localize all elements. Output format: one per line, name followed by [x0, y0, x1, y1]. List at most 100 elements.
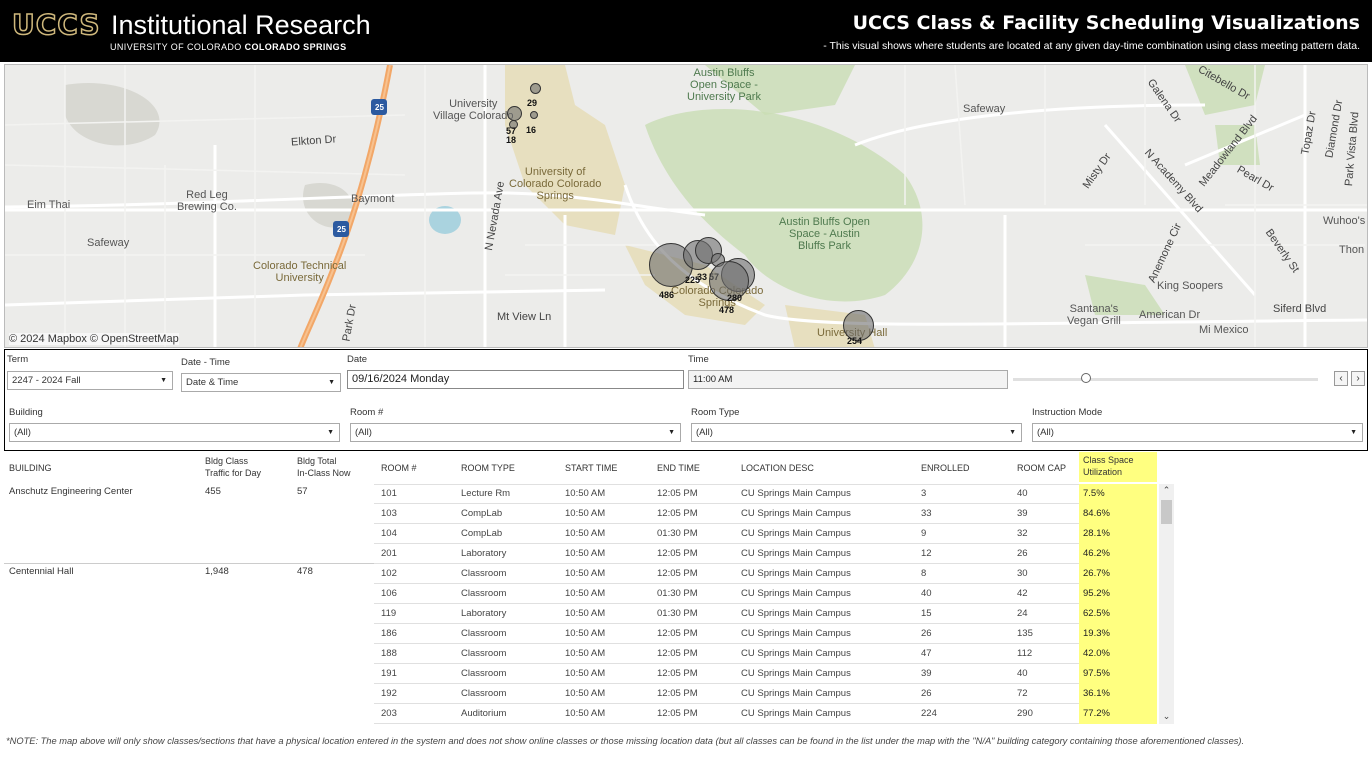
room-value: (All): [355, 427, 372, 438]
table-row[interactable]: 186 Classroom 10:50 AM 12:05 PM CU Springs M…: [4, 624, 1157, 644]
start-time: 10:50 AM: [565, 508, 606, 519]
utilization-cell: 42.0%: [1079, 644, 1157, 664]
page-subtitle: - This visual shows where students are l…: [823, 40, 1360, 52]
location-desc: CU Springs Main Campus: [741, 608, 851, 619]
end-time: 12:05 PM: [657, 508, 698, 519]
building-select[interactable]: (All) ▼: [9, 423, 340, 442]
start-time: 10:50 AM: [565, 668, 606, 679]
table-row[interactable]: 103 CompLab 10:50 AM 12:05 PM CU Springs Mai…: [4, 504, 1157, 524]
map-label-wuhoos: Wuhoo's: [1323, 215, 1366, 227]
room-cap: 39: [1017, 508, 1028, 519]
map-bubble-label: 280: [727, 293, 743, 303]
map-label-red-leg: Red Leg Brewing Co.: [177, 189, 237, 213]
next-time-button[interactable]: ›: [1351, 371, 1365, 386]
prev-time-button[interactable]: ‹: [1334, 371, 1348, 386]
time-slider-thumb[interactable]: [1081, 373, 1092, 383]
room-type: Classroom: [461, 588, 507, 599]
map-label-safeway-west: Safeway: [87, 237, 130, 249]
table-row[interactable]: 101 Lecture Rm 10:50 AM 12:05 PM CU Springs …: [4, 484, 1157, 504]
enrolled-count: 26: [921, 688, 932, 699]
term-value: 2247 - 2024 Fall: [12, 375, 81, 386]
map-label-university-village: University Village Colorado: [433, 98, 514, 122]
table-row[interactable]: 191 Classroom 10:50 AM 12:05 PM CU Springs M…: [4, 664, 1157, 684]
date-field[interactable]: 09/16/2024 Monday: [347, 370, 684, 389]
utilization-cell: 26.7%: [1079, 564, 1157, 584]
enrolled-count: 40: [921, 588, 932, 599]
datetime-value: Date & Time: [186, 377, 239, 388]
table-row[interactable]: 188 Classroom 10:50 AM 12:05 PM CU Springs M…: [4, 644, 1157, 664]
room-number: 203: [381, 708, 397, 719]
table-row[interactable]: 201 Laboratory 10:50 AM 12:05 PM CU Springs …: [4, 544, 1157, 564]
enrolled-count: 224: [921, 708, 937, 719]
roomtype-select[interactable]: (All) ▼: [691, 423, 1022, 442]
time-slider-track[interactable]: [1013, 378, 1318, 381]
footnote: *NOTE: The map above will only show clas…: [6, 736, 1245, 746]
table-row[interactable]: 203 Auditorium 10:50 AM 12:05 PM CU Springs …: [4, 704, 1157, 724]
map-label-austin-bluffs-mid: Austin Bluffs Open Space - Austin Bluffs…: [779, 216, 870, 252]
term-select[interactable]: 2247 - 2024 Fall ▼: [7, 371, 173, 390]
end-time: 12:05 PM: [657, 688, 698, 699]
end-time: 12:05 PM: [657, 568, 698, 579]
datetime-label: Date - Time: [181, 357, 231, 368]
scroll-up-icon[interactable]: ⌃: [1159, 484, 1174, 496]
room-cap: 26: [1017, 548, 1028, 559]
scroll-down-icon[interactable]: ⌄: [1159, 710, 1174, 722]
enrolled-count: 3: [921, 488, 927, 499]
header-start: START TIME: [565, 463, 618, 473]
enrolled-count: 26: [921, 628, 932, 639]
map-bubble[interactable]: [507, 106, 522, 121]
end-time: 12:05 PM: [657, 648, 698, 659]
enrolled-count: 47: [921, 648, 932, 659]
map-attribution[interactable]: © 2024 Mapbox © OpenStreetMap: [9, 333, 179, 345]
location-desc: CU Springs Main Campus: [741, 568, 851, 579]
room-cap: 135: [1017, 628, 1033, 639]
time-field[interactable]: 11:00 AM: [688, 370, 1008, 389]
start-time: 10:50 AM: [565, 528, 606, 539]
room-type: Classroom: [461, 628, 507, 639]
map-bubble-label: 486: [659, 290, 675, 300]
map-bubble-label: 478: [719, 305, 735, 315]
start-time: 10:50 AM: [565, 708, 606, 719]
table-row[interactable]: 192 Classroom 10:50 AM 12:05 PM CU Springs M…: [4, 684, 1157, 704]
map-label-american-dr: American Dr: [1139, 309, 1201, 321]
logo-subtitle: UNIVERSITY OF COLORADO COLORADO SPRINGS: [110, 42, 346, 52]
room-cap: 24: [1017, 608, 1028, 619]
table-row[interactable]: 106 Classroom 10:50 AM 01:30 PM CU Springs M…: [4, 584, 1157, 604]
room-type: Classroom: [461, 668, 507, 679]
scrollbar-thumb[interactable]: [1161, 500, 1172, 524]
date-label: Date: [347, 354, 368, 365]
location-desc: CU Springs Main Campus: [741, 688, 851, 699]
enrolled-count: 12: [921, 548, 932, 559]
map-label-colorado-tech: Colorado Technical University: [253, 260, 347, 284]
utilization-cell: 19.3%: [1079, 624, 1157, 644]
room-type: Classroom: [461, 688, 507, 699]
table-scrollbar[interactable]: ⌃ ⌄: [1159, 484, 1174, 724]
map-bubble[interactable]: [530, 111, 538, 119]
location-desc: CU Springs Main Campus: [741, 708, 851, 719]
campus-map[interactable]: Eim Thai Safeway Red Leg Brewing Co. Bay…: [4, 64, 1368, 348]
uccs-logo: UCCS Institutional Research: [11, 8, 370, 42]
class-table: BUILDING Bldg Class Traffic for Day Bldg…: [4, 452, 1176, 724]
utilization-cell: 84.6%: [1079, 504, 1157, 524]
map-bubble-label: 16: [526, 125, 537, 135]
room-number: 102: [381, 568, 397, 579]
room-number: 119: [381, 608, 397, 619]
map-bubble[interactable]: [530, 83, 541, 94]
table-row[interactable]: 119 Laboratory 10:50 AM 01:30 PM CU Springs …: [4, 604, 1157, 624]
room-cap: 30: [1017, 568, 1028, 579]
table-row[interactable]: 104 CompLab 10:50 AM 01:30 PM CU Springs Mai…: [4, 524, 1157, 544]
page-title: UCCS Class & Facility Scheduling Visuali…: [852, 12, 1360, 34]
room-select[interactable]: (All) ▼: [350, 423, 681, 442]
header-roomtype: ROOM TYPE: [461, 463, 515, 473]
table-row[interactable]: 102 Classroom 10:50 AM 12:05 PM CU Springs M…: [4, 564, 1157, 584]
header-room: ROOM #: [381, 463, 417, 473]
room-type: Auditorium: [461, 708, 507, 719]
utilization-cell: 7.5%: [1079, 484, 1157, 504]
map-label-safeway-east: Safeway: [963, 103, 1006, 115]
map-bubble-label: 254: [847, 336, 863, 346]
room-number: 188: [381, 648, 397, 659]
location-desc: CU Springs Main Campus: [741, 628, 851, 639]
utilization-cell: 77.2%: [1079, 704, 1157, 724]
datetime-select[interactable]: Date & Time ▼: [181, 373, 341, 392]
mode-select[interactable]: (All) ▼: [1032, 423, 1363, 442]
